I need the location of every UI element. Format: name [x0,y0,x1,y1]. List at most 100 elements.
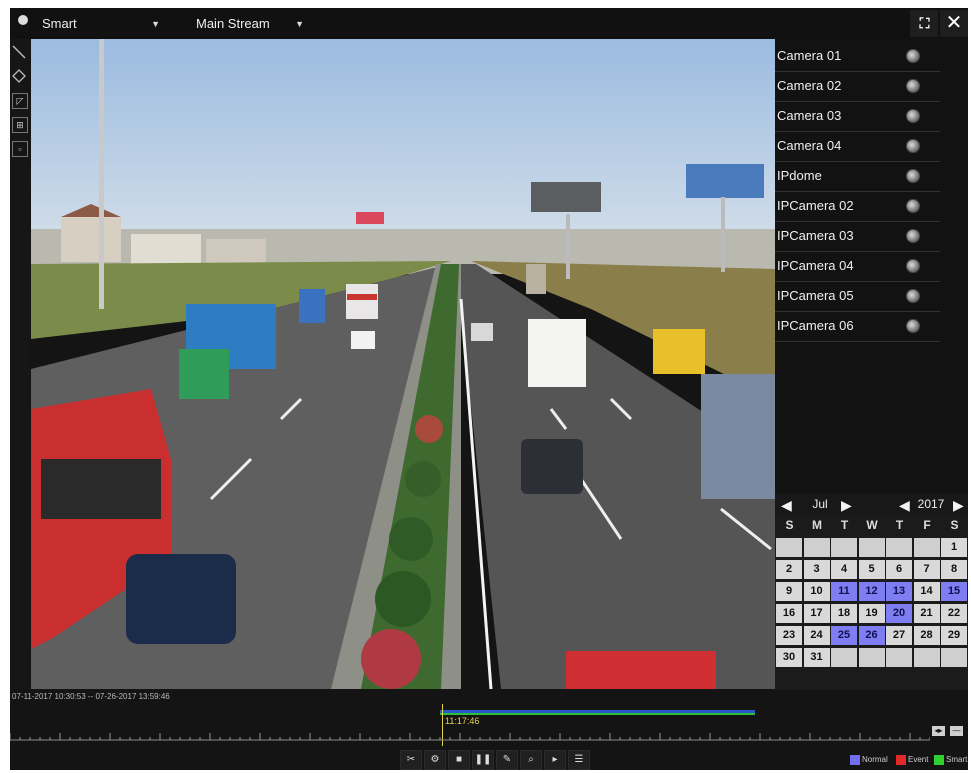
calendar-day[interactable]: 9 [776,582,802,601]
camera-item[interactable]: Camera 01 [775,41,940,72]
calendar-day[interactable]: 1 [941,538,967,557]
calendar-day[interactable]: 8 [941,560,967,579]
calendar-day[interactable]: 14 [913,582,940,601]
calendar-day[interactable]: 11 [831,582,857,601]
legend-normal-label: Normal [862,755,888,764]
camera-item[interactable]: IPCamera 06 [775,311,940,342]
calendar-blank [831,538,857,557]
camera-status-icon[interactable] [906,49,920,63]
calendar-day[interactable]: 31 [803,648,830,667]
prev-month-icon[interactable]: ◀ [781,497,792,514]
mode-dropdown[interactable]: Smart ▼ [42,14,160,34]
camera-item[interactable]: IPdome [775,161,940,192]
calendar-day[interactable]: 20 [886,604,912,623]
legend-normal-swatch [850,755,860,765]
calendar-day[interactable]: 30 [776,648,802,667]
legend-smart-swatch [934,755,944,765]
zoom-box-icon[interactable]: ◸ [12,93,28,109]
weekday-label: S [785,518,794,532]
next-month-icon[interactable]: ▶ [841,497,852,514]
camera-status-icon[interactable] [906,199,920,213]
tag-button[interactable]: ✎ [496,750,518,770]
calendar-day[interactable]: 17 [803,604,830,623]
camera-item[interactable]: IPCamera 03 [775,221,940,252]
calendar-blank [831,648,857,667]
fullscreen-icon: ⛶ [919,15,930,31]
weekday-label: S [950,518,959,532]
calendar-year: 2017 [917,497,945,511]
calendar-day[interactable]: 24 [803,626,830,645]
calendar-day[interactable]: 10 [803,582,830,601]
calendar-day[interactable]: 25 [831,626,857,645]
camera-name: IPCamera 05 [777,288,854,303]
calendar-blank [858,538,885,557]
stop-button[interactable]: ■ [448,750,470,770]
camera-status-icon[interactable] [906,109,920,123]
calendar-blank [886,538,912,557]
pause-icon: ❚❚ [474,754,492,765]
calendar-day[interactable]: 21 [913,604,940,623]
camera-status-icon[interactable] [906,229,920,243]
mode-dropdown-value: Smart [42,16,77,31]
calendar-day[interactable]: 13 [886,582,912,601]
calendar-day[interactable]: 7 [913,560,940,579]
prev-year-icon[interactable]: ◀ [899,497,910,514]
camera-status-icon[interactable] [906,139,920,153]
calendar-day[interactable]: 12 [858,582,885,601]
calendar-day[interactable]: 19 [858,604,885,623]
calendar-blank [803,538,830,557]
calendar-day[interactable]: 3 [803,560,830,579]
close-button[interactable]: ✕ [940,10,968,37]
settings-button[interactable]: ⚙ [424,750,446,770]
timeline-panel: 07-11-2017 10:30:53 -- 07-26-2017 13:59:… [10,690,968,770]
camera-status-icon[interactable] [906,259,920,273]
calendar-month: Jul [812,497,828,511]
calendar-day[interactable]: 6 [886,560,912,579]
calendar-day[interactable]: 18 [831,604,857,623]
next-year-icon[interactable]: ▶ [953,497,964,514]
clip-button[interactable]: ✂ [400,750,422,770]
weekday-label: T [895,518,904,532]
camera-item[interactable]: Camera 02 [775,71,940,102]
clear-icon[interactable]: ▫ [12,141,28,157]
camera-item[interactable]: IPCamera 05 [775,281,940,312]
camera-item[interactable]: Camera 04 [775,131,940,162]
calendar-day[interactable]: 22 [941,604,967,623]
calendar-day[interactable]: 2 [776,560,802,579]
calendar-day[interactable]: 4 [831,560,857,579]
camera-item[interactable]: IPCamera 02 [775,191,940,222]
diamond-tool-icon[interactable] [12,69,26,83]
menu-dot-icon[interactable] [18,15,28,25]
legend-smart-label: Smart [946,755,968,764]
camera-status-icon[interactable] [906,289,920,303]
time-ruler[interactable] [10,728,930,748]
calendar-day[interactable]: 15 [941,582,967,601]
zoom-out-button[interactable]: ◂▸ [932,726,945,736]
calendar-day[interactable]: 23 [776,626,802,645]
calendar-day[interactable]: 5 [858,560,885,579]
list-button[interactable]: ☰ [568,750,590,770]
video-view[interactable] [31,39,775,689]
calendar-blank [776,538,802,557]
next-frame-button[interactable]: ▸ [544,750,566,770]
camera-item[interactable]: Camera 03 [775,101,940,132]
camera-status-icon[interactable] [906,169,920,183]
zoom-in-button[interactable]: — [950,726,963,736]
calendar-blank [913,538,940,557]
camera-item[interactable]: IPCamera 04 [775,251,940,282]
line-tool-icon[interactable] [12,45,26,59]
calendar-day[interactable]: 27 [886,626,912,645]
fullscreen-button[interactable]: ⛶ [910,10,938,37]
search-button[interactable]: ⌕ [520,750,542,770]
calendar-day[interactable]: 29 [941,626,967,645]
pen-icon: ✎ [502,754,512,765]
camera-status-icon[interactable] [906,319,920,333]
calendar-day[interactable]: 28 [913,626,940,645]
grid-icon[interactable]: ⊞ [12,117,28,133]
camera-status-icon[interactable] [906,79,920,93]
calendar-day[interactable]: 16 [776,604,802,623]
pause-button[interactable]: ❚❚ [472,750,494,770]
stream-dropdown[interactable]: Main Stream ▼ [196,14,304,34]
calendar: ◀ Jul ▶ ◀ 2017 ▶ SMTWTFS 1 2 3 4 5 6 7 8 9 10 11 12… [775,494,968,690]
calendar-day[interactable]: 26 [858,626,885,645]
